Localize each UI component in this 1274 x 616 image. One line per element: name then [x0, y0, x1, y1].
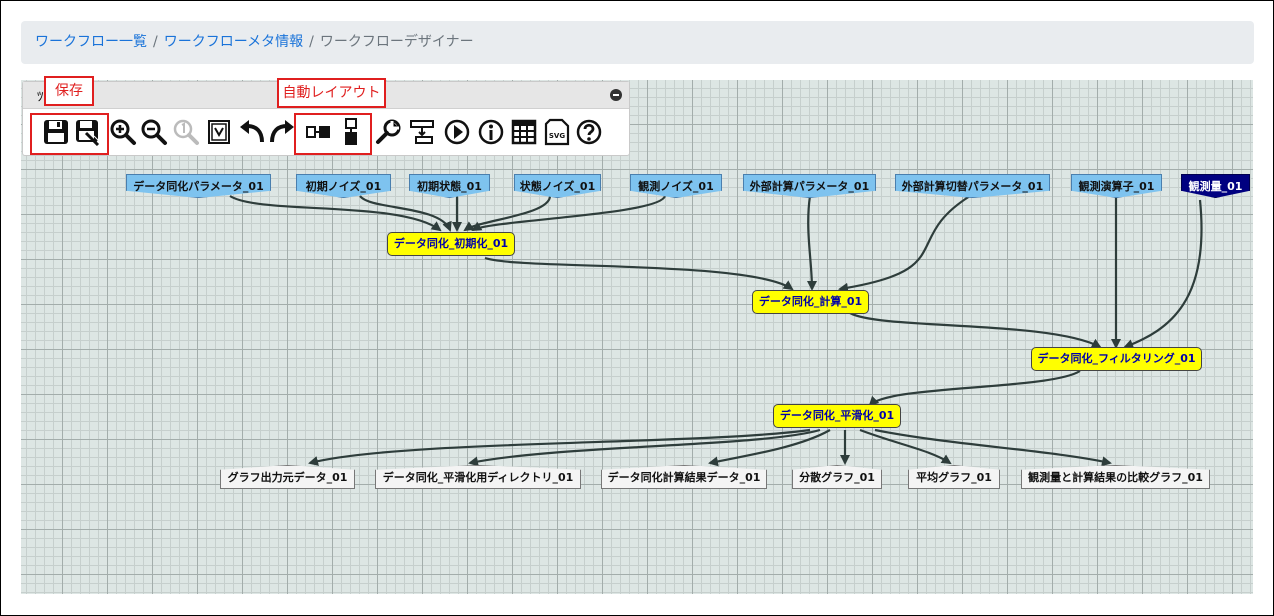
help-icon[interactable]	[575, 118, 603, 146]
settings-wrench-icon[interactable]	[375, 118, 403, 146]
output-node[interactable]: 観測量と計算結果の比較グラフ_01	[1021, 465, 1210, 489]
run-icon[interactable]	[443, 118, 471, 146]
output-node[interactable]: データ同化_平滑化用ディレクトリ_01	[375, 465, 581, 489]
fit-view-icon[interactable]	[205, 118, 233, 146]
table-icon[interactable]	[510, 118, 538, 146]
redo-icon[interactable]	[268, 118, 296, 146]
breadcrumb-workflow-meta[interactable]: ワークフローメタ情報	[164, 34, 303, 50]
annotation-auto-layout-box	[294, 113, 372, 155]
breadcrumb-separator: /	[153, 34, 158, 50]
zoom-in-icon[interactable]	[109, 118, 137, 146]
breadcrumb-current: ワークフローデザイナー	[319, 34, 474, 50]
info-icon[interactable]	[477, 118, 505, 146]
breadcrumb: ワークフロー一覧 / ワークフローメタ情報 / ワークフローデザイナー	[21, 21, 1254, 64]
toolbar-title: ﾂ	[37, 90, 44, 105]
output-node[interactable]: グラフ出力元データ_01	[220, 465, 355, 489]
undo-icon[interactable]	[238, 118, 266, 146]
breadcrumb-workflow-list[interactable]: ワークフロー一覧	[35, 34, 147, 50]
annotation-auto-layout-label: 自動レイアウト	[277, 78, 386, 108]
process-node[interactable]: データ同化_フィルタリング_01	[1031, 347, 1202, 371]
breadcrumb-separator: /	[309, 34, 314, 50]
collapse-icon[interactable]	[610, 89, 622, 101]
annotation-save-label: 保存	[44, 76, 94, 106]
zoom-reset-icon[interactable]	[172, 118, 200, 146]
output-node[interactable]: データ同化計算結果データ_01	[601, 465, 767, 489]
output-node[interactable]: 分散グラフ_01	[792, 465, 882, 489]
process-node[interactable]: データ同化_平滑化_01	[773, 404, 901, 428]
process-node[interactable]: データ同化_計算_01	[752, 290, 869, 314]
workflow-canvas[interactable]	[21, 80, 1253, 594]
output-node[interactable]: 平均グラフ_01	[908, 465, 1000, 489]
svg-export-label: SVG	[549, 132, 565, 140]
svg-export-icon[interactable]: SVG	[543, 118, 571, 146]
annotation-save-box	[30, 113, 109, 155]
process-node[interactable]: データ同化_初期化_01	[387, 232, 515, 256]
zoom-out-icon[interactable]	[140, 118, 168, 146]
align-icon[interactable]	[408, 118, 436, 146]
